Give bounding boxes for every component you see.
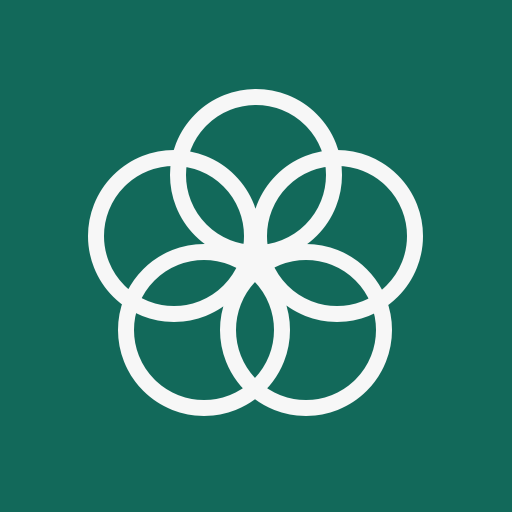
- logo-ring-lower-right: [220, 244, 392, 416]
- five-overlapping-circles-icon: [88, 89, 423, 416]
- app-icon-background: [0, 0, 512, 512]
